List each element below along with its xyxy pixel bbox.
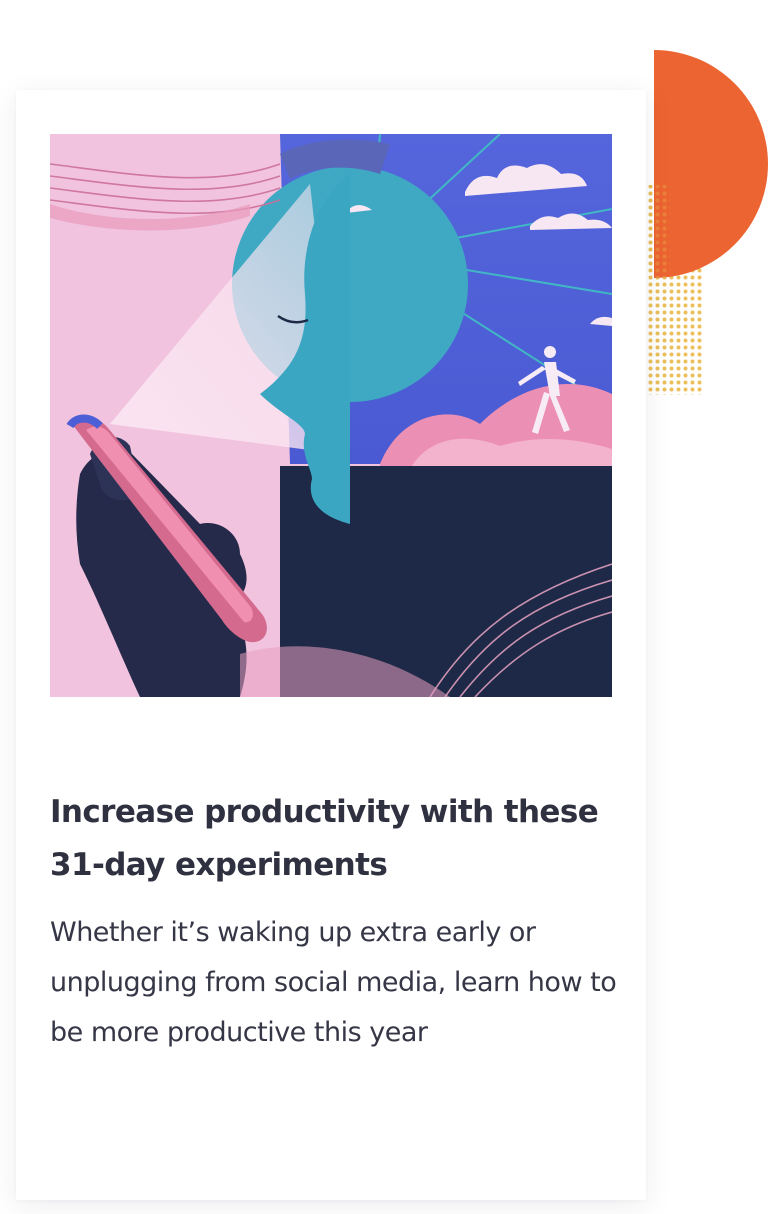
article-card[interactable]: Increase productivity with these 31-day … xyxy=(16,90,646,1200)
page: Increase productivity with these 31-day … xyxy=(0,0,768,1214)
article-description: Whether it’s waking up extra early or un… xyxy=(50,917,617,1048)
article-title[interactable]: Increase productivity with these 31-day … xyxy=(50,786,610,892)
orange-half-circle xyxy=(654,50,768,278)
decorative-shapes xyxy=(640,50,768,395)
article-illustration[interactable] xyxy=(50,134,612,697)
